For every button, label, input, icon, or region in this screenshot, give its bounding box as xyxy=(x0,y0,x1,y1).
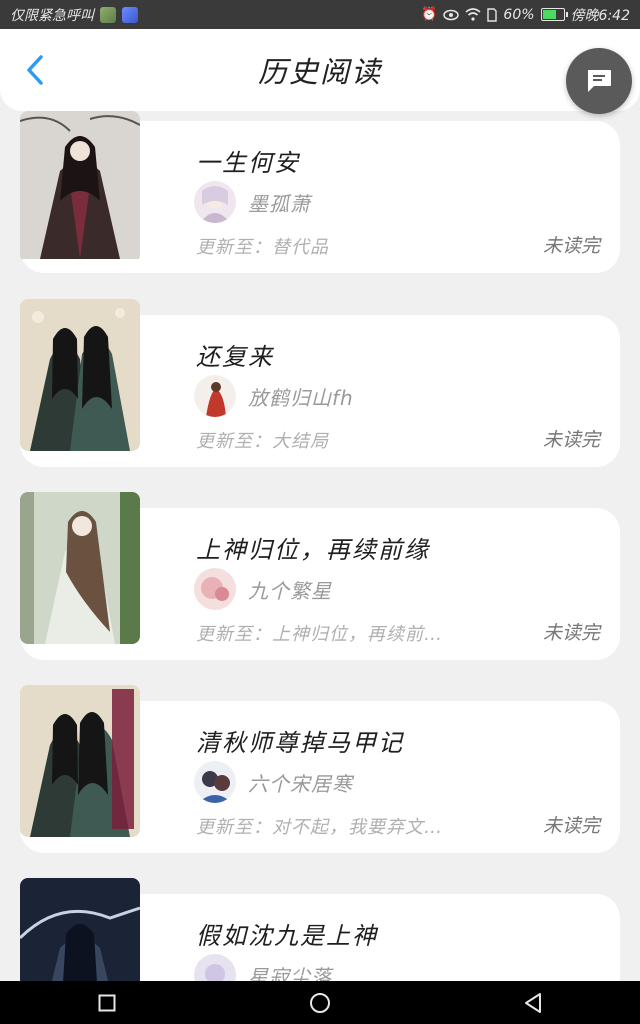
photo-app-icon xyxy=(100,6,116,23)
book-title: 一生何安 xyxy=(196,149,300,177)
book-cover[interactable] xyxy=(20,685,140,837)
read-status: 未读完 xyxy=(542,622,600,644)
avatar xyxy=(194,761,236,803)
author-name: 六个宋居寒 xyxy=(248,771,353,796)
book-title: 上神归位，再续前缘 xyxy=(196,536,430,564)
book-cover[interactable] xyxy=(20,111,140,263)
update-text: 更新至：对不起，我要弃文… xyxy=(196,817,443,838)
music-app-icon xyxy=(122,6,138,23)
chat-bubble-icon xyxy=(588,70,611,92)
read-status: 未读完 xyxy=(542,235,600,257)
home-button[interactable] xyxy=(302,985,338,1021)
back-nav-button[interactable] xyxy=(515,985,551,1021)
carrier-text: 仅限紧急呼叫 xyxy=(10,7,94,24)
book-title: 假如沈九是上神 xyxy=(196,922,378,950)
battery-icon xyxy=(540,8,568,21)
update-text: 更新至：替代品 xyxy=(196,237,329,258)
alarm-icon: ⏰ xyxy=(421,7,438,22)
page-header: 历史阅读 xyxy=(0,29,640,111)
clock: 傍晚6:42 xyxy=(570,7,630,24)
sim-icon xyxy=(487,7,498,22)
system-nav-bar xyxy=(0,981,640,1024)
book-cover[interactable] xyxy=(20,492,140,644)
battery-percent: 60% xyxy=(503,6,535,23)
author-name: 墨孤萧 xyxy=(248,191,311,216)
read-status: 未读完 xyxy=(542,815,600,837)
avatar xyxy=(194,568,236,610)
read-status: 未读完 xyxy=(542,429,600,451)
home-icon xyxy=(309,992,330,1013)
eye-icon xyxy=(443,9,460,20)
book-title: 清秋师尊掉马甲记 xyxy=(196,729,404,757)
page-title: 历史阅读 xyxy=(257,55,382,89)
author-name: 放鹤归山fh xyxy=(248,385,354,410)
author-name: 九个繁星 xyxy=(248,578,332,603)
wifi-icon xyxy=(465,8,481,21)
chevron-left-icon xyxy=(27,55,43,85)
back-button[interactable] xyxy=(18,53,52,87)
avatar xyxy=(194,375,236,417)
back-icon xyxy=(525,992,542,1013)
status-bar: 仅限紧急呼叫 ⏰ 60% 傍晚6:42 xyxy=(0,0,640,29)
history-list[interactable]: 一生何安 墨孤萧 更新至：替代品 未读完 还复来 放鹤归山fh 更新至：大结局 … xyxy=(0,111,640,981)
recent-apps-button[interactable] xyxy=(89,985,125,1021)
author-name: 星寂尘落 xyxy=(248,964,332,982)
author-row: 九个繁星 xyxy=(194,568,332,610)
avatar xyxy=(194,181,236,223)
book-cover[interactable] xyxy=(20,299,140,451)
author-row: 墨孤萧 xyxy=(194,181,311,223)
author-row: 星寂尘落 xyxy=(194,954,332,981)
chat-button[interactable] xyxy=(566,48,632,114)
author-row: 放鹤归山fh xyxy=(194,375,354,417)
author-row: 六个宋居寒 xyxy=(194,761,353,803)
recent-apps-icon xyxy=(98,994,116,1011)
update-text: 更新至：大结局 xyxy=(196,431,329,452)
update-text: 更新至：上神归位，再续前… xyxy=(196,624,443,645)
avatar xyxy=(194,954,236,981)
book-title: 还复来 xyxy=(196,343,274,371)
book-cover[interactable] xyxy=(20,878,140,981)
